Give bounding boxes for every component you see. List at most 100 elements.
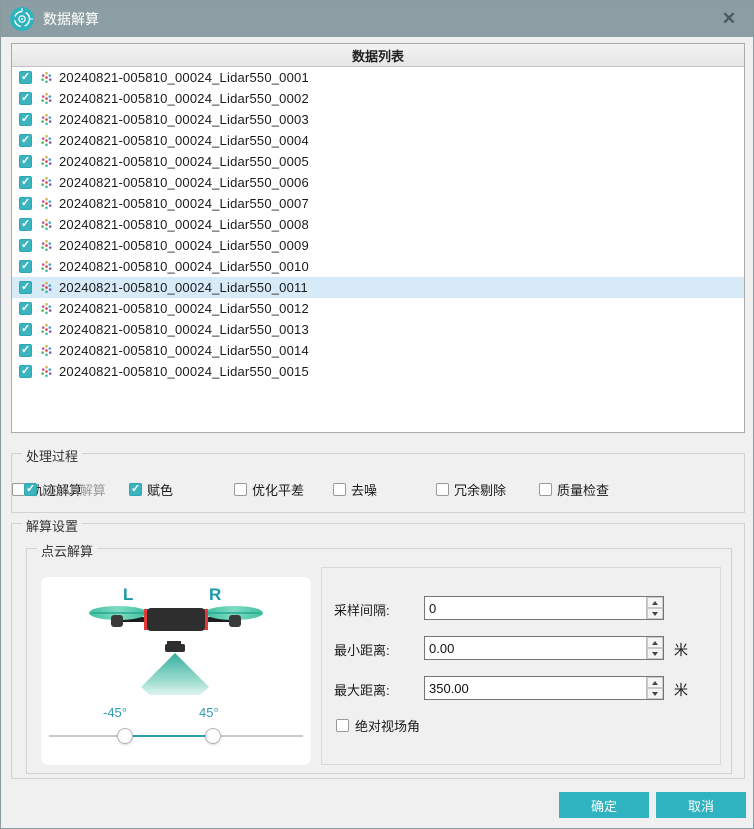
- item-checkbox[interactable]: [19, 113, 32, 126]
- item-checkbox[interactable]: [19, 218, 32, 231]
- item-label: 20240821-005810_00024_Lidar550_0007: [59, 196, 309, 211]
- cancel-button[interactable]: 取消: [656, 792, 746, 818]
- spinbox: [424, 596, 664, 620]
- close-icon[interactable]: ✕: [715, 6, 743, 32]
- fov-range-slider[interactable]: [49, 727, 303, 745]
- field-unit-label: 米: [674, 680, 688, 700]
- spin-down-icon[interactable]: [647, 608, 663, 619]
- list-item[interactable]: 20240821-005810_00024_Lidar550_0015: [12, 361, 744, 382]
- item-label: 20240821-005810_00024_Lidar550_0002: [59, 91, 309, 106]
- right-rotor-label: R: [209, 585, 221, 605]
- field-label: 最小距离:: [334, 640, 390, 659]
- list-item[interactable]: 20240821-005810_00024_Lidar550_0013: [12, 319, 744, 340]
- spin-down-icon[interactable]: [647, 688, 663, 699]
- field-input[interactable]: [425, 637, 646, 659]
- absolute-fov-checkbox[interactable]: [336, 719, 349, 732]
- item-label: 20240821-005810_00024_Lidar550_0001: [59, 70, 309, 85]
- process-option[interactable]: LiDAR解算: [24, 480, 106, 499]
- process-option[interactable]: 去噪: [333, 480, 377, 499]
- list-item[interactable]: 20240821-005810_00024_Lidar550_0003: [12, 109, 744, 130]
- spin-up-icon[interactable]: [647, 677, 663, 688]
- item-label: 20240821-005810_00024_Lidar550_0005: [59, 154, 309, 169]
- min-angle-label: -45°: [103, 705, 127, 720]
- absolute-fov-label: 绝对视场角: [355, 716, 420, 735]
- list-item[interactable]: 20240821-005810_00024_Lidar550_0005: [12, 151, 744, 172]
- item-checkbox[interactable]: [19, 323, 32, 336]
- item-checkbox[interactable]: [19, 134, 32, 147]
- list-item[interactable]: 20240821-005810_00024_Lidar550_0011: [12, 277, 744, 298]
- process-checkbox[interactable]: [539, 483, 552, 496]
- field-input[interactable]: [425, 677, 646, 699]
- spin-up-icon[interactable]: [647, 597, 663, 608]
- process-checkbox[interactable]: [234, 483, 247, 496]
- item-label: 20240821-005810_00024_Lidar550_0006: [59, 175, 309, 190]
- titlebar: 数据解算 ✕: [1, 1, 753, 37]
- point-cloud-icon: [40, 302, 53, 315]
- item-label: 20240821-005810_00024_Lidar550_0012: [59, 301, 309, 316]
- list-item[interactable]: 20240821-005810_00024_Lidar550_0009: [12, 235, 744, 256]
- field-input[interactable]: [425, 597, 646, 619]
- item-label: 20240821-005810_00024_Lidar550_0015: [59, 364, 309, 379]
- spinner-buttons: [646, 637, 663, 659]
- point-cloud-icon: [40, 92, 53, 105]
- process-option-label: 去噪: [351, 480, 377, 499]
- item-label: 20240821-005810_00024_Lidar550_0014: [59, 343, 309, 358]
- item-checkbox[interactable]: [19, 344, 32, 357]
- item-label: 20240821-005810_00024_Lidar550_0010: [59, 259, 309, 274]
- item-checkbox[interactable]: [19, 155, 32, 168]
- left-rotor-label: L: [123, 585, 133, 605]
- spinner-buttons: [646, 597, 663, 619]
- list-item[interactable]: 20240821-005810_00024_Lidar550_0006: [12, 172, 744, 193]
- data-list-header: 数据列表: [12, 44, 744, 67]
- spin-down-icon[interactable]: [647, 648, 663, 659]
- item-label: 20240821-005810_00024_Lidar550_0008: [59, 217, 309, 232]
- list-item[interactable]: 20240821-005810_00024_Lidar550_0002: [12, 88, 744, 109]
- process-checkbox[interactable]: [436, 483, 449, 496]
- list-item[interactable]: 20240821-005810_00024_Lidar550_0008: [12, 214, 744, 235]
- process-option[interactable]: 赋色: [129, 480, 173, 499]
- item-checkbox[interactable]: [19, 197, 32, 210]
- item-checkbox[interactable]: [19, 365, 32, 378]
- process-checkbox[interactable]: [129, 483, 142, 496]
- point-cloud-icon: [40, 218, 53, 231]
- point-cloud-icon: [40, 281, 53, 294]
- process-checkbox[interactable]: [333, 483, 346, 496]
- item-checkbox[interactable]: [19, 281, 32, 294]
- slider-handle-min[interactable]: [117, 728, 133, 744]
- data-list-body[interactable]: 20240821-005810_00024_Lidar550_0001 2024…: [12, 67, 744, 432]
- list-item[interactable]: 20240821-005810_00024_Lidar550_0012: [12, 298, 744, 319]
- field-label: 最大距离:: [334, 680, 390, 699]
- item-label: 20240821-005810_00024_Lidar550_0003: [59, 112, 309, 127]
- data-list-panel: 数据列表 20240821-005810_00024_Lidar550_0001…: [11, 43, 745, 433]
- spin-up-icon[interactable]: [647, 637, 663, 648]
- max-angle-label: 45°: [199, 705, 219, 720]
- item-checkbox[interactable]: [19, 92, 32, 105]
- process-checkbox[interactable]: [24, 483, 37, 496]
- process-option[interactable]: 冗余剔除: [436, 480, 506, 499]
- item-checkbox[interactable]: [19, 71, 32, 84]
- list-item[interactable]: 20240821-005810_00024_Lidar550_0010: [12, 256, 744, 277]
- point-cloud-icon: [40, 134, 53, 147]
- point-cloud-icon: [40, 176, 53, 189]
- spinbox: [424, 636, 664, 660]
- slider-handle-max[interactable]: [205, 728, 221, 744]
- settings-group-label: 解算设置: [22, 516, 82, 535]
- numeric-field-row: 采样间隔:: [322, 596, 720, 620]
- point-cloud-icon: [40, 323, 53, 336]
- drone-scan-illustration: [41, 603, 311, 695]
- item-checkbox[interactable]: [19, 302, 32, 315]
- ok-button[interactable]: 确定: [559, 792, 649, 818]
- process-option[interactable]: 优化平差: [234, 480, 304, 499]
- item-checkbox[interactable]: [19, 260, 32, 273]
- list-item[interactable]: 20240821-005810_00024_Lidar550_0014: [12, 340, 744, 361]
- list-item[interactable]: 20240821-005810_00024_Lidar550_0004: [12, 130, 744, 151]
- drone-illustration-card: L R: [41, 577, 311, 765]
- list-item[interactable]: 20240821-005810_00024_Lidar550_0007: [12, 193, 744, 214]
- list-item[interactable]: 20240821-005810_00024_Lidar550_0001: [12, 67, 744, 88]
- item-checkbox[interactable]: [19, 239, 32, 252]
- absolute-fov-option[interactable]: 绝对视场角: [336, 716, 420, 735]
- process-option[interactable]: 质量检查: [539, 480, 609, 499]
- process-option-label: 优化平差: [252, 480, 304, 499]
- item-checkbox[interactable]: [19, 176, 32, 189]
- field-label: 采样间隔:: [334, 600, 390, 619]
